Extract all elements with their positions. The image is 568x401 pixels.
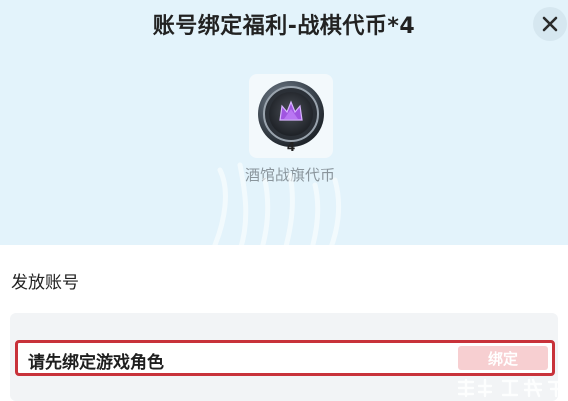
close-icon [542,16,558,32]
bind-button[interactable]: 绑定 [458,346,548,370]
bind-reward-dialog: 账号绑定福利-战棋代币*4 4 酒馆战旗代币 发放账号 请先绑定游戏角色 绑定 [0,0,568,401]
close-button[interactable] [533,7,567,41]
bind-prompt-text: 请先绑定游戏角色 [28,353,164,373]
reward-quantity: 4 [286,140,296,154]
dialog-title: 账号绑定福利-战棋代币*4 [152,14,416,39]
reward-item-card: 4 [249,74,333,158]
section-label-account: 发放账号 [11,273,79,293]
reward-name: 酒馆战旗代币 [244,166,335,184]
bind-account-row: 请先绑定游戏角色 绑定 [15,340,555,376]
